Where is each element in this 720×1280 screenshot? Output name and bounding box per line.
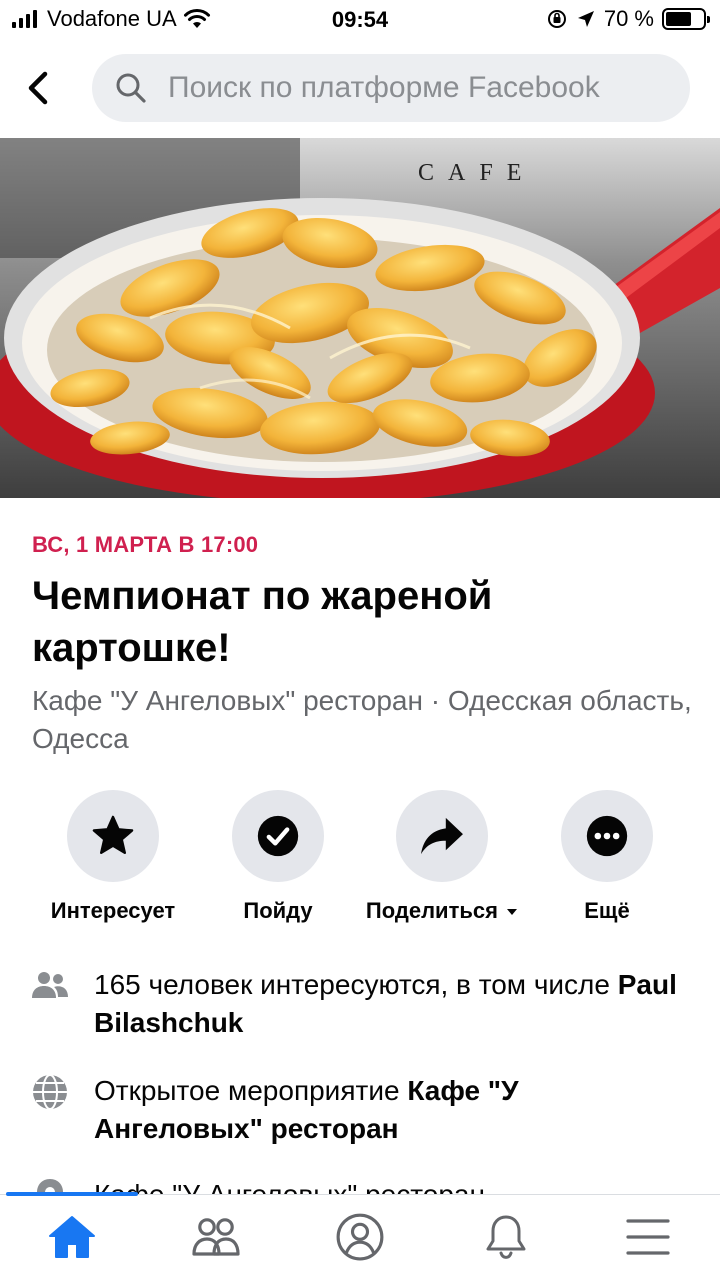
share-label: Поделиться (365, 898, 498, 923)
profile-icon (336, 1213, 384, 1261)
check-circle-icon (257, 815, 299, 857)
home-icon (49, 1216, 95, 1258)
fried-potatoes-pan-image (0, 138, 720, 498)
location-arrow-icon (577, 11, 594, 27)
menu-icon (626, 1219, 670, 1255)
battery-percent: 70 % (603, 6, 654, 31)
search-input[interactable] (168, 71, 668, 105)
search-header (0, 50, 720, 126)
more-icon (586, 815, 628, 857)
share-circle[interactable] (396, 790, 488, 882)
event-date: ВС, 1 МАРТА В 17:00 (32, 532, 259, 557)
tab-menu[interactable] (620, 1211, 676, 1263)
search-bar[interactable] (92, 54, 690, 122)
public-event-text: Открытое мероприятие Кафе "У Ангеловых" … (94, 1072, 684, 1148)
event-location-subtitle[interactable]: Кафе "У Ангеловых" ресторан · Одесская о… (32, 682, 692, 758)
chevron-left-icon (28, 71, 48, 105)
event-cover-photo[interactable]: CAFE (0, 138, 720, 498)
friends-icon (192, 1218, 240, 1256)
star-icon (92, 815, 134, 854)
more-button[interactable]: Ещё (527, 790, 687, 924)
interested-button[interactable]: Интересует (33, 790, 193, 924)
share-button[interactable]: Поделиться (362, 790, 522, 924)
more-label: Ещё (584, 898, 630, 923)
interested-people-text: 165 человек интересуются, в том числе Pa… (94, 966, 684, 1042)
back-button[interactable] (18, 66, 58, 110)
interested-label: Интересует (50, 898, 176, 923)
status-right: 70 % (546, 6, 710, 32)
event-title: Чемпионат по жареной картошке! (32, 574, 493, 670)
going-button[interactable]: Пойду (198, 790, 358, 924)
public-event-label: Открытое мероприятие (94, 1075, 408, 1106)
going-circle[interactable] (232, 790, 324, 882)
tab-friends[interactable] (188, 1211, 244, 1263)
tab-home[interactable] (44, 1211, 100, 1263)
share-label-wrap: Поделиться (362, 898, 522, 924)
battery-fill (666, 12, 692, 26)
bottom-tab-bar (0, 1192, 720, 1280)
cover-sign-text: CAFE (418, 160, 536, 186)
notifications-icon (486, 1215, 526, 1259)
people-icon (32, 972, 68, 998)
orientation-lock-icon (547, 10, 566, 28)
caret-down-icon (507, 909, 518, 916)
search-icon (116, 73, 146, 103)
going-label: Пойду (243, 898, 313, 923)
share-arrow-icon (421, 817, 463, 855)
event-actions: Интересует Пойду Поделиться Ещё (0, 790, 720, 930)
active-tab-indicator (6, 1192, 138, 1196)
tab-profile[interactable] (332, 1211, 388, 1263)
globe-icon (33, 1074, 67, 1110)
tab-notifications[interactable] (478, 1211, 534, 1263)
battery-icon (662, 8, 710, 30)
interested-count-text: 165 человек интересуются, в том числе (94, 969, 618, 1000)
interested-circle[interactable] (67, 790, 159, 882)
more-circle[interactable] (561, 790, 653, 882)
status-bar: Vodafone UA 09:54 70 % (0, 0, 720, 40)
